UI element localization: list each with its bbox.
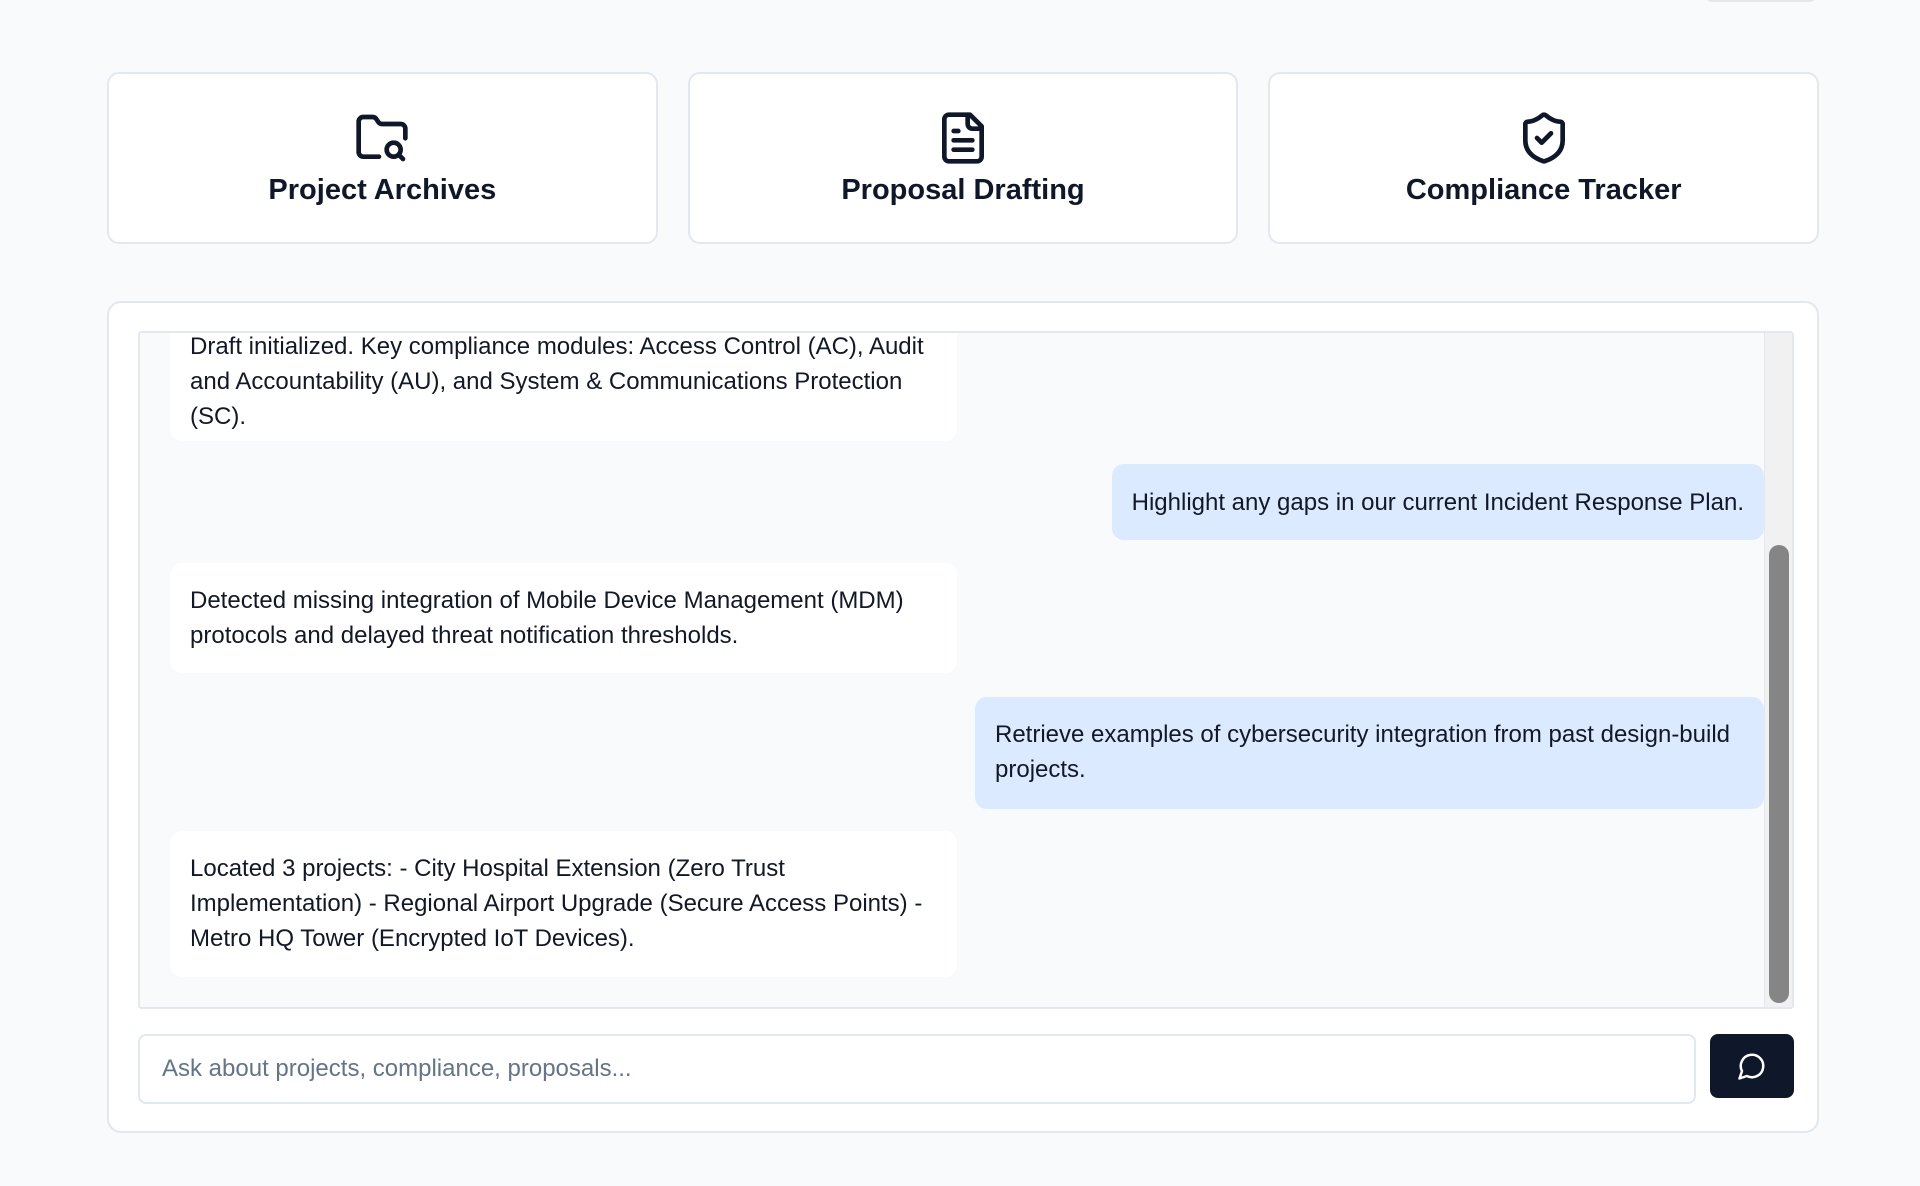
assistant-message: Detected missing integration of Mobile D… — [170, 563, 957, 673]
message-scrollbar[interactable] — [1764, 333, 1792, 1007]
shield-check-icon — [1516, 110, 1572, 166]
assistant-message: Located 3 projects: - City Hospital Exte… — [170, 831, 957, 977]
feature-cards: Project Archives Proposal Drafting Compl… — [107, 72, 1820, 244]
assistant-message: Draft initialized. Key compliance module… — [170, 333, 957, 441]
chat-input[interactable] — [138, 1034, 1697, 1104]
folder-search-icon — [354, 110, 410, 166]
message-list[interactable]: Draft initialized. Key compliance module… — [138, 331, 1794, 1009]
page: Project Archives Proposal Drafting Compl… — [0, 0, 1920, 1186]
chat-input-row — [138, 1034, 1794, 1104]
card-compliance-tracker[interactable]: Compliance Tracker — [1268, 72, 1820, 244]
card-label: Project Archives — [268, 173, 497, 206]
message-circle-icon — [1737, 1051, 1767, 1081]
scrollbar-thumb[interactable] — [1769, 545, 1789, 1003]
card-label: Compliance Tracker — [1405, 173, 1682, 206]
card-project-archives[interactable]: Project Archives — [107, 72, 658, 244]
send-button[interactable] — [1710, 1034, 1794, 1098]
file-text-icon — [935, 110, 991, 166]
card-proposal-drafting[interactable]: Proposal Drafting — [687, 72, 1239, 244]
chat-panel: Draft initialized. Key compliance module… — [107, 301, 1819, 1133]
user-message: Highlight any gaps in our current Incide… — [1111, 464, 1764, 540]
user-message: Retrieve examples of cybersecurity integ… — [975, 697, 1764, 809]
card-label: Proposal Drafting — [841, 173, 1085, 206]
top-button-edge[interactable] — [1706, 0, 1816, 2]
